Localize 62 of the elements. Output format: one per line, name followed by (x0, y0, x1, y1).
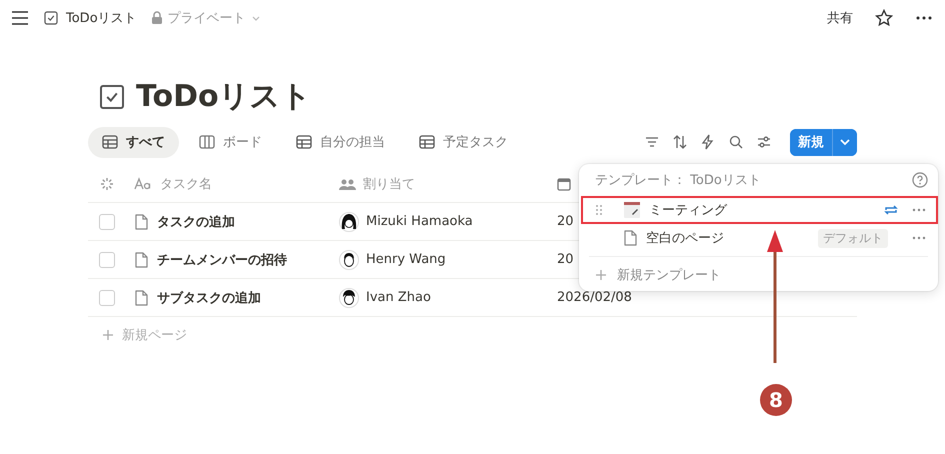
text-icon (134, 177, 152, 191)
search-icon[interactable] (728, 134, 744, 150)
step-number-badge: 8 (760, 384, 792, 416)
star-icon[interactable] (875, 9, 893, 27)
checkbox[interactable] (99, 214, 115, 230)
page-title: ToDoリスト (136, 78, 312, 116)
plus-icon (102, 329, 114, 341)
view-tab[interactable]: ボード (185, 126, 276, 158)
checkbox[interactable] (99, 290, 115, 306)
avatar-icon (339, 288, 359, 308)
menu-title: テンプレート： ToDoリスト (595, 172, 761, 189)
new-template-button[interactable]: 新規テンプレート (579, 261, 938, 289)
sliders-icon[interactable] (756, 134, 772, 150)
column-header[interactable]: 割り当て (363, 175, 415, 193)
date-text: 2026/02/08 (557, 290, 632, 305)
calendar-icon (557, 177, 571, 191)
privacy-menu[interactable]: プライベート (150, 9, 261, 27)
checkbox[interactable] (99, 252, 115, 268)
sort-icon[interactable] (672, 134, 688, 150)
drag-handle-icon[interactable] (595, 204, 603, 216)
column-header[interactable]: タスク名 (160, 175, 212, 193)
repeat-icon[interactable] (884, 203, 898, 217)
loading-icon (100, 177, 114, 191)
task-name[interactable]: タスクの追加 (157, 212, 235, 230)
template-item[interactable]: ミーティング (579, 196, 938, 224)
breadcrumb-page[interactable]: ToDoリスト (44, 9, 137, 27)
share-button[interactable]: 共有 (827, 9, 853, 27)
calendar-icon (623, 201, 641, 219)
view-tab[interactable]: すべて (88, 126, 179, 158)
arrow-icon (765, 228, 785, 363)
lock-icon (150, 11, 163, 25)
checkbox-icon (44, 11, 58, 25)
page-icon (134, 252, 149, 268)
lightning-icon[interactable] (700, 134, 716, 150)
task-name[interactable]: チームメンバーの招待 (157, 250, 287, 268)
board-icon (199, 134, 215, 150)
more-icon[interactable] (915, 14, 933, 22)
table-icon (102, 134, 118, 150)
view-tab[interactable]: 予定タスク (405, 126, 522, 158)
view-tab[interactable]: 自分の担当 (282, 126, 399, 158)
page-icon (134, 214, 149, 230)
checkbox-icon (100, 85, 124, 109)
page-icon (134, 290, 149, 306)
dropdown-button[interactable] (832, 128, 857, 156)
page-icon (623, 230, 638, 246)
task-name[interactable]: サブタスクの追加 (157, 288, 261, 306)
new-page-button[interactable]: 新規ページ (88, 317, 857, 353)
date-text: 20 (557, 252, 574, 267)
avatar-icon (339, 212, 359, 232)
people-icon (339, 178, 356, 190)
date-text: 20 (557, 214, 574, 229)
table-icon (296, 134, 312, 150)
menu-icon[interactable] (10, 8, 30, 28)
default-tag: デフォルト (818, 228, 888, 248)
help-icon[interactable] (912, 172, 928, 188)
assignee-name: Mizuki Hamaoka (366, 214, 473, 229)
avatar-icon (339, 250, 359, 270)
assignee-name: Ivan Zhao (366, 290, 431, 305)
template-item[interactable]: 空白のページ デフォルト (579, 224, 938, 252)
table-icon (419, 134, 435, 150)
assignee-name: Henry Wang (366, 252, 446, 267)
plus-icon (595, 269, 607, 281)
